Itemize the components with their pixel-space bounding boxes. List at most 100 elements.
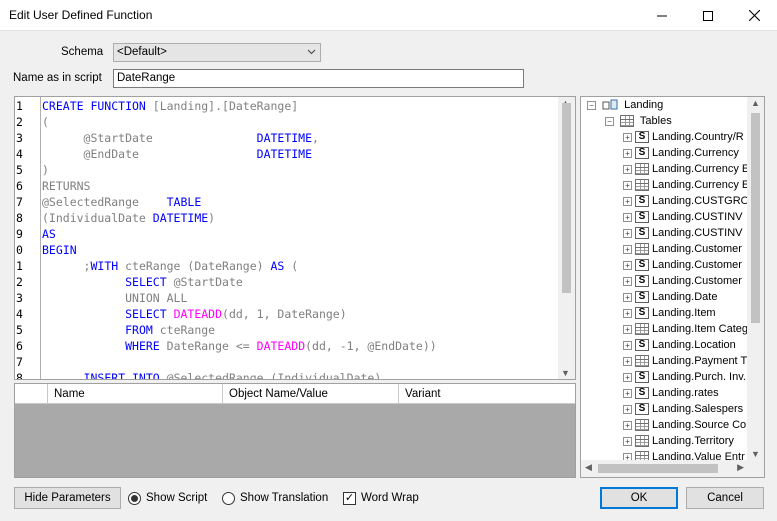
- tree-node-table[interactable]: + S Landing.Location: [623, 337, 736, 353]
- tree-node-table[interactable]: + S Landing.Customer: [623, 257, 742, 273]
- scroll-down-icon[interactable]: ▼: [561, 368, 570, 378]
- code-token: @StartDate: [42, 131, 257, 145]
- close-button[interactable]: [731, 0, 777, 31]
- parameters-grid[interactable]: Name Object Name/Value Variant: [14, 383, 576, 478]
- tree-node-table[interactable]: + S Landing.Country/R: [623, 129, 744, 145]
- tree-scroll-thumb[interactable]: [751, 113, 760, 323]
- code-area[interactable]: CREATE FUNCTION [Landing].[DateRange]( @…: [42, 97, 558, 379]
- expand-icon[interactable]: +: [623, 260, 632, 270]
- expand-icon[interactable]: +: [623, 212, 632, 222]
- collapse-icon[interactable]: −: [587, 100, 596, 110]
- show-script-label[interactable]: Show Script: [146, 492, 207, 504]
- expand-icon[interactable]: +: [623, 372, 632, 382]
- code-token: BEGIN: [42, 243, 77, 257]
- synonym-icon: S: [635, 211, 649, 224]
- editor-vertical-scrollbar[interactable]: ▲ ▼: [558, 97, 575, 379]
- collapse-icon[interactable]: −: [605, 116, 614, 126]
- tree-node-table[interactable]: + Landing.Currency E: [623, 161, 749, 177]
- tree-node-label: Landing.CUSTINV: [652, 227, 743, 239]
- tree-node-table[interactable]: + S Landing.Salespers: [623, 401, 743, 417]
- scroll-down-icon[interactable]: ▼: [751, 449, 760, 459]
- expand-icon[interactable]: +: [623, 308, 632, 318]
- tree-node-table[interactable]: + Landing.Customer: [623, 241, 742, 257]
- code-line[interactable]: FROM cteRange: [42, 322, 215, 338]
- expand-icon[interactable]: +: [623, 276, 632, 286]
- expand-icon[interactable]: +: [623, 404, 632, 414]
- expand-icon[interactable]: +: [623, 388, 632, 398]
- expand-icon[interactable]: +: [623, 180, 632, 190]
- tree-node-table[interactable]: + S Landing.Item: [623, 305, 716, 321]
- code-line[interactable]: @SelectedRange TABLE: [42, 194, 201, 210]
- tree-node-table[interactable]: + S Landing.rates: [623, 385, 719, 401]
- tree-node-table[interactable]: + S Landing.CUSTGRO: [623, 193, 749, 209]
- tree-node-table[interactable]: + S Landing.Date: [623, 289, 717, 305]
- code-line[interactable]: SELECT @StartDate: [42, 274, 243, 290]
- show-translation-label[interactable]: Show Translation: [240, 492, 328, 504]
- expand-icon[interactable]: +: [623, 244, 632, 254]
- tree-node-root[interactable]: − Landing: [587, 97, 663, 113]
- tree-node-table[interactable]: + Landing.Source Co: [623, 417, 746, 433]
- tree-node-table[interactable]: + S Landing.Currency: [623, 145, 739, 161]
- expand-icon[interactable]: +: [623, 164, 632, 174]
- word-wrap-checkbox[interactable]: ✓: [343, 492, 356, 505]
- expand-icon[interactable]: +: [623, 148, 632, 158]
- code-line[interactable]: ;WITH cteRange (DateRange) AS (: [42, 258, 299, 274]
- tree-node-table[interactable]: + S Landing.CUSTINV: [623, 209, 743, 225]
- expand-icon[interactable]: +: [623, 132, 632, 142]
- expand-icon[interactable]: +: [623, 324, 632, 334]
- code-line[interactable]: RETURNS: [42, 178, 90, 194]
- hide-parameters-button[interactable]: Hide Parameters: [14, 487, 121, 509]
- tree-node-tables[interactable]: − Tables: [605, 113, 672, 129]
- code-line[interactable]: @EndDate DATETIME: [42, 146, 313, 162]
- code-line[interactable]: ): [42, 162, 49, 178]
- column-header-name[interactable]: Name: [47, 384, 222, 404]
- code-line[interactable]: @StartDate DATETIME,: [42, 130, 319, 146]
- object-tree[interactable]: − Landing − Tables + S Landing.Country/R + S…: [580, 96, 765, 478]
- scroll-up-icon[interactable]: ▲: [751, 98, 760, 108]
- code-line[interactable]: UNION ALL: [42, 290, 187, 306]
- expand-icon[interactable]: +: [623, 292, 632, 302]
- scroll-right-icon[interactable]: ▶: [737, 462, 744, 473]
- code-line[interactable]: (IndividualDate DATETIME): [42, 210, 215, 226]
- code-token: (dd, 1, DateRange): [222, 307, 347, 321]
- show-translation-radio[interactable]: [222, 492, 235, 505]
- tree-node-table[interactable]: + S Landing.CUSTINV: [623, 225, 743, 241]
- minimize-button[interactable]: [639, 0, 685, 31]
- cancel-button[interactable]: Cancel: [686, 487, 764, 509]
- expand-icon[interactable]: +: [623, 356, 632, 366]
- name-input[interactable]: DateRange: [113, 69, 524, 88]
- ok-button[interactable]: OK: [600, 487, 678, 509]
- tree-node-table[interactable]: + Landing.Payment T: [623, 353, 747, 369]
- schema-select[interactable]: <Default>: [113, 43, 321, 62]
- tree-node-table[interactable]: + Landing.Territory: [623, 433, 734, 449]
- code-line[interactable]: INSERT INTO @SelectedRange (IndividualDa…: [42, 370, 382, 379]
- tree-node-table[interactable]: + S Landing.Customer: [623, 273, 742, 289]
- column-header-variant[interactable]: Variant: [398, 384, 575, 404]
- tree-node-table[interactable]: + S Landing.Purch. Inv.: [623, 369, 746, 385]
- tree-hscroll-thumb[interactable]: [598, 464, 718, 473]
- code-line[interactable]: WHERE DateRange <= DATEADD(dd, -1, @EndD…: [42, 338, 437, 354]
- tree-horizontal-scrollbar[interactable]: ◀ ▶: [581, 460, 764, 477]
- code-line[interactable]: (: [42, 114, 49, 130]
- expand-icon[interactable]: +: [623, 340, 632, 350]
- code-line[interactable]: BEGIN: [42, 242, 77, 258]
- word-wrap-label[interactable]: Word Wrap: [361, 492, 419, 504]
- script-editor[interactable]: 1 2 3 4 5 6 7 8 9 0 1 2 3 4 5 6 7 8 CREATE FUNCTION [Land…: [14, 96, 576, 380]
- code-line[interactable]: CREATE FUNCTION [Landing].[DateRange]: [42, 98, 298, 114]
- expand-icon[interactable]: +: [623, 436, 632, 446]
- maximize-button[interactable]: [685, 0, 731, 31]
- show-script-radio[interactable]: [128, 492, 141, 505]
- scroll-left-icon[interactable]: ◀: [585, 462, 592, 473]
- expand-icon[interactable]: +: [623, 196, 632, 206]
- tree-node-table[interactable]: + Landing.Item Categ: [623, 321, 748, 337]
- code-token: UNION ALL: [125, 291, 188, 305]
- expand-icon[interactable]: +: [623, 228, 632, 238]
- code-line[interactable]: SELECT DATEADD(dd, 1, DateRange): [42, 306, 347, 322]
- code-line[interactable]: AS: [42, 226, 56, 242]
- column-header-object-name-value[interactable]: Object Name/Value: [222, 384, 398, 404]
- tree-vertical-scrollbar[interactable]: ▲ ▼: [747, 97, 764, 460]
- expand-icon[interactable]: +: [623, 420, 632, 430]
- tree-node-table[interactable]: + Landing.Currency E: [623, 177, 749, 193]
- editor-scroll-thumb[interactable]: [562, 103, 571, 293]
